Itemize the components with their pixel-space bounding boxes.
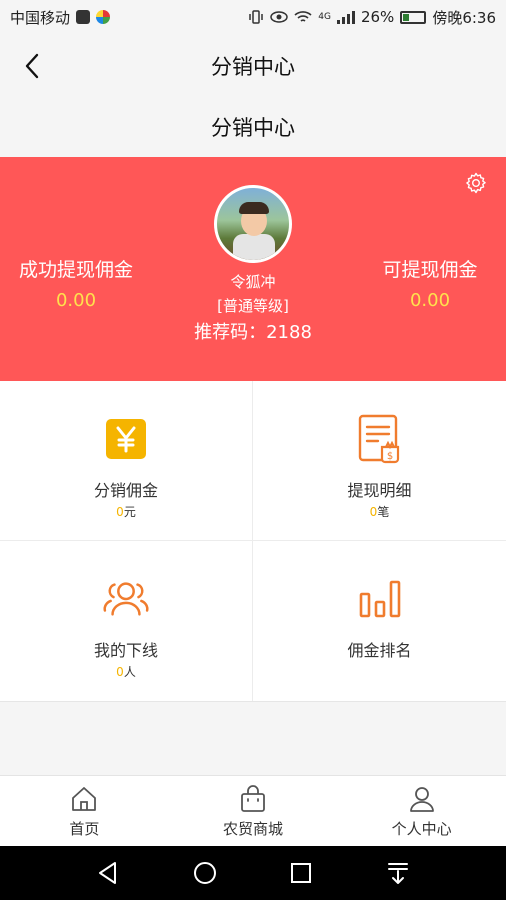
- page-title: 分销中心: [211, 55, 295, 79]
- tab-mall[interactable]: 农贸商城: [169, 776, 338, 846]
- home-icon: [72, 786, 97, 811]
- carrier-label: 中国移动: [10, 8, 71, 27]
- bottom-tab-bar: 首页 农贸商城 个人中心: [0, 775, 506, 846]
- signal-icon: [336, 10, 355, 24]
- triangle-back-icon: [99, 862, 117, 884]
- distribution-commission-tile[interactable]: 分销佣金 0元: [0, 381, 253, 541]
- system-navigation-bar: [0, 846, 506, 900]
- avatar[interactable]: [214, 185, 292, 263]
- chevron-left-icon: [25, 53, 39, 79]
- wifi-icon: [294, 11, 312, 22]
- commission-ranking-tile[interactable]: 佣金排名: [253, 541, 506, 701]
- status-right: 4G 26% 傍晚6:36: [248, 7, 496, 28]
- tab-mall-label: 农贸商城: [223, 819, 284, 838]
- withdrawal-detail-tile[interactable]: $ 提现明细 0笔: [253, 381, 506, 541]
- nav-bar: 分销中心: [0, 34, 506, 98]
- my-downline-count: 0人: [116, 665, 136, 679]
- eye-icon: [270, 11, 289, 23]
- distribution-commission-amount: 0元: [116, 505, 136, 519]
- system-back-button[interactable]: [93, 858, 123, 888]
- bar-chart-icon: [356, 575, 404, 623]
- commission-ranking-title: 佣金排名: [347, 641, 412, 660]
- spacer: [0, 701, 506, 775]
- withdrawal-detail-count: 0笔: [369, 505, 390, 519]
- system-home-button[interactable]: [190, 858, 220, 888]
- shopping-bag-icon: [241, 784, 265, 812]
- my-downline-title: 我的下线: [93, 641, 158, 660]
- tab-home-label: 首页: [69, 819, 100, 838]
- status-bar: 中国移动 4G 26% 傍晚6:36: [0, 0, 506, 34]
- tab-profile-label: 个人中心: [391, 819, 452, 838]
- feature-grid: 分销佣金 0元 $ 提现明细 0笔 我的下线 0人 佣金排名: [0, 381, 506, 701]
- available-commission-label: 可提现佣金: [382, 259, 478, 281]
- withdrawal-detail-title: 提现明细: [347, 481, 412, 500]
- battery-icon: [400, 10, 427, 24]
- users-icon: [102, 575, 150, 623]
- yen-icon: [102, 415, 150, 463]
- square-recents-icon: [291, 863, 312, 883]
- profile-header: 成功提现佣金 0.00 令狐冲 [普通等级] 推荐码：2188 可提现佣金 0.…: [0, 157, 506, 381]
- notification-app-icon: [96, 10, 111, 24]
- notification-pull-icon: [387, 863, 408, 884]
- available-commission-value: 0.00: [409, 290, 451, 311]
- battery-percent: 26%: [360, 8, 395, 26]
- user-icon: [409, 786, 434, 812]
- distribution-commission-title: 分销佣金: [93, 481, 158, 500]
- circle-home-icon: [193, 862, 216, 884]
- available-commission-stat: 可提现佣金 0.00: [350, 255, 506, 311]
- clock: 傍晚6:36: [432, 8, 496, 27]
- network-label: 4G: [318, 12, 331, 22]
- svg-text:$: $: [386, 451, 392, 462]
- vibrate-icon: [249, 10, 264, 24]
- document-dollar-icon: $: [356, 414, 404, 464]
- system-notification-button[interactable]: [383, 858, 413, 888]
- notification-app-icon: [76, 10, 91, 24]
- gear-icon[interactable]: [464, 171, 488, 195]
- back-button[interactable]: [14, 48, 50, 84]
- section-title: 分销中心: [211, 116, 295, 140]
- system-recents-button[interactable]: [286, 858, 316, 888]
- status-left: 中国移动: [10, 7, 111, 28]
- tab-profile[interactable]: 个人中心: [337, 776, 506, 846]
- referral-code: 推荐码：2188: [194, 322, 312, 343]
- my-downline-tile[interactable]: 我的下线 0人: [0, 541, 253, 701]
- tab-home[interactable]: 首页: [0, 776, 169, 846]
